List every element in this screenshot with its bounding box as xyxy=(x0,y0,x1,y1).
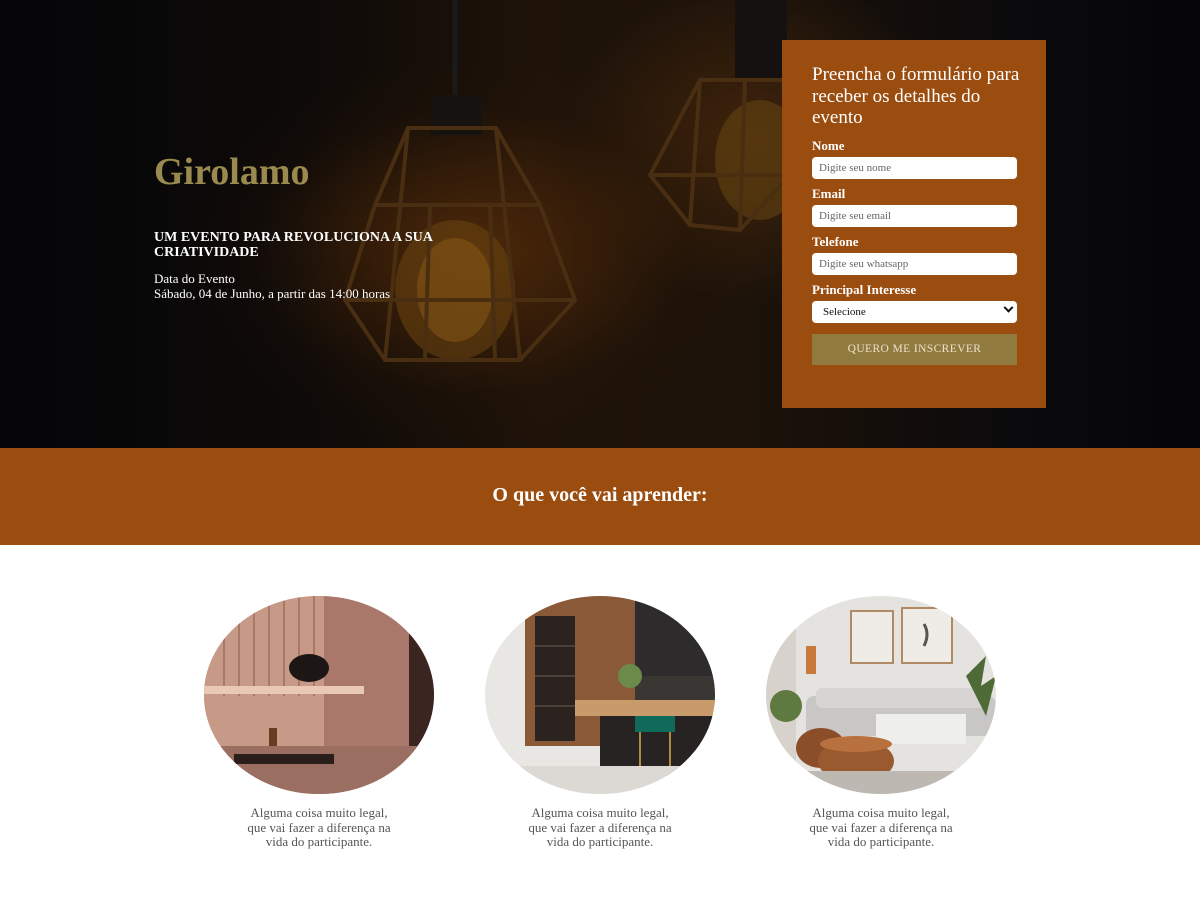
brand-title: Girolamo xyxy=(154,151,310,193)
event-date-label: Data do Evento xyxy=(154,271,235,286)
interest-label: Principal Interesse xyxy=(812,281,917,297)
name-input[interactable] xyxy=(812,156,1017,179)
feature-card: Alguma coisa muito legal, que vai fazer … xyxy=(766,596,996,850)
feature-image-kitchen-island xyxy=(485,596,715,794)
learn-title: O que você vai aprender: xyxy=(492,484,708,506)
phone-input[interactable] xyxy=(812,252,1017,275)
hero-section: Girolamo UM EVENTO PARA REVOLUCIONA A SU… xyxy=(0,0,1200,448)
name-label: Nome xyxy=(812,137,845,153)
email-input[interactable] xyxy=(812,204,1017,227)
phone-label: Telefone xyxy=(812,233,859,249)
feature-caption: Alguma coisa muito legal, que vai fazer … xyxy=(247,805,391,849)
signup-form: Preencha o formulário para receber os de… xyxy=(782,40,1046,408)
email-label: Email xyxy=(812,185,846,201)
event-date-value: Sábado, 04 de Junho, a partir das 14:00 … xyxy=(154,286,391,301)
learn-banner: O que você vai aprender: xyxy=(0,448,1200,545)
submit-button[interactable]: QUERO ME INSCREVER xyxy=(812,333,1017,365)
feature-card: Alguma coisa muito legal, que vai fazer … xyxy=(485,596,715,850)
interest-select[interactable]: Selecione xyxy=(812,300,1017,323)
feature-image-kitchen-shelf xyxy=(204,596,434,794)
event-tagline: UM EVENTO PARA REVOLUCIONA A SUA CRIATIV… xyxy=(154,230,433,260)
feature-caption: Alguma coisa muito legal, que vai fazer … xyxy=(528,805,672,849)
chevron-down-icon xyxy=(1003,302,1014,313)
feature-card: Alguma coisa muito legal, que vai fazer … xyxy=(204,596,434,850)
feature-caption: Alguma coisa muito legal, que vai fazer … xyxy=(809,805,953,849)
interest-select-value: Selecione xyxy=(823,305,866,318)
feature-image-living-room xyxy=(766,596,996,794)
form-title: Preencha o formulário para receber os de… xyxy=(812,64,1020,128)
